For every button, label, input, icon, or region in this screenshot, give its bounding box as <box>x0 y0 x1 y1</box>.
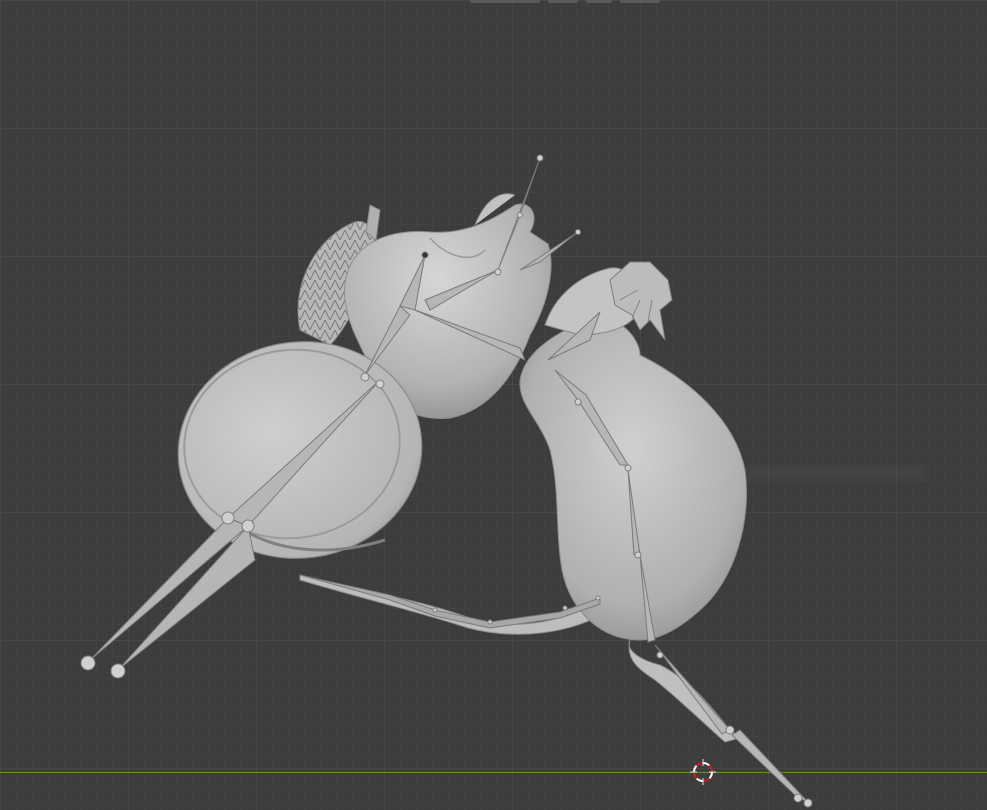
tail-mesh[interactable] <box>299 574 611 635</box>
bone-r-foot[interactable] <box>731 729 809 803</box>
3d-viewport[interactable] <box>0 0 987 810</box>
bone-ear-tip-a[interactable] <box>87 517 249 663</box>
scene-render[interactable] <box>0 0 987 810</box>
3d-cursor-icon[interactable] <box>690 759 716 785</box>
bone-ear-tip-b[interactable] <box>117 524 256 671</box>
right-character-body-mesh[interactable] <box>519 261 748 743</box>
